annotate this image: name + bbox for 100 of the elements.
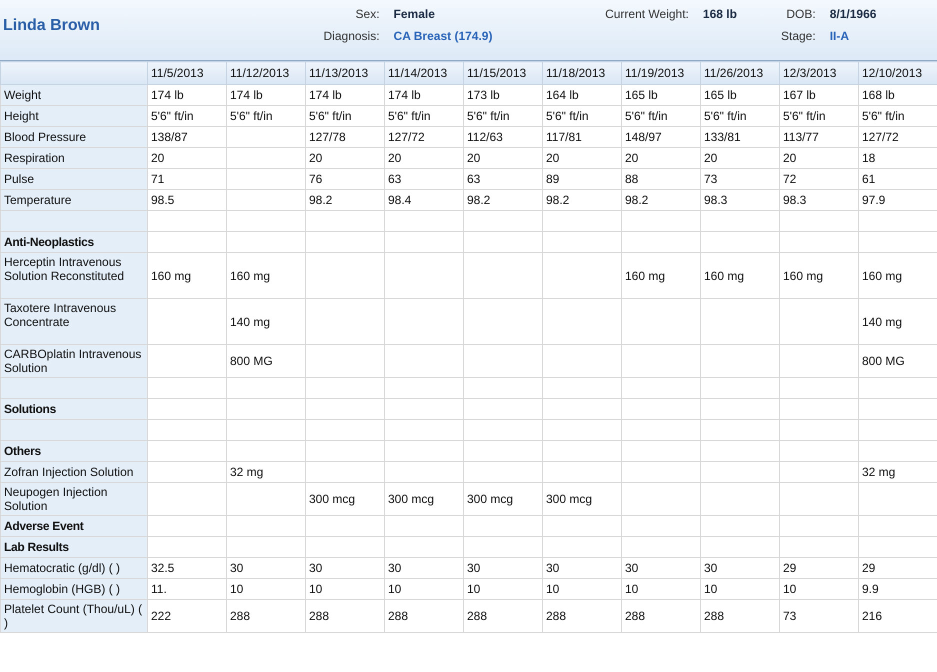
table-cell: 222 [151, 609, 172, 623]
field-label: Sex: [354, 7, 380, 21]
table-cell: 167 lb [783, 88, 816, 102]
table-cell: 98.2 [546, 193, 570, 207]
table-cell: 18 [862, 151, 876, 165]
table-cell: 73 [704, 172, 718, 186]
field-value: 8/1/1966 [830, 7, 876, 21]
column-header: 11/5/2013 [148, 62, 226, 84]
table-cell: 98.2 [467, 193, 490, 207]
table-cell: 5'6" ft/in [151, 109, 194, 123]
table-cell: 288 [467, 609, 488, 623]
table-cell: 89 [546, 172, 560, 186]
section-heading: Lab Results [4, 540, 69, 554]
field-value: II-A [830, 29, 850, 43]
column-header: 11/13/2013 [306, 62, 384, 84]
table-cell: 10 [230, 582, 244, 596]
table-cell: 30 [625, 561, 638, 575]
row-label: CARBOplatin Intravenous Solution [4, 347, 142, 375]
table-cell: 5'6" ft/in [783, 109, 826, 123]
table-cell: 174 lb [151, 88, 184, 102]
table-cell: 20 [151, 151, 164, 165]
table-cell: 5'6" ft/in [230, 109, 273, 123]
table-cell: 127/72 [862, 130, 899, 144]
section-heading: Anti-Neoplastics [4, 235, 94, 249]
table-cell: 98.2 [625, 193, 648, 207]
column-header: 11/12/2013 [226, 62, 306, 84]
table-cell: 165 lb [625, 88, 658, 102]
table-cell: 98.2 [309, 193, 332, 207]
table-cell: 174 lb [309, 88, 342, 102]
table-cell: 63 [388, 172, 402, 186]
table-cell: 98.3 [704, 193, 728, 207]
table-cell: 11. [151, 582, 167, 596]
row-label: Hemoglobin (HGB) ( ) [4, 582, 120, 596]
table-cell: 73 [783, 609, 796, 623]
column-header: 11/19/2013 [622, 62, 700, 84]
section-heading: Others [4, 444, 41, 458]
table-cell: 32.5 [151, 561, 174, 575]
row-label: Blood Pressure [4, 130, 86, 144]
table-cell: 20 [704, 151, 718, 165]
table-cell: 160 mg [862, 268, 902, 282]
table-cell: 800 MG [862, 354, 905, 368]
table-cell: 10 [625, 582, 638, 596]
column-header: 11/18/2013 [542, 62, 622, 84]
table-cell: 288 [546, 609, 566, 623]
table-cell: 30 [467, 561, 480, 575]
table-cell: 288 [625, 609, 646, 623]
row-label: Platelet Count (Thou/uL) ( ) [4, 602, 142, 630]
field-value: 168 lb [702, 7, 738, 21]
table-cell: 300 mcg [546, 492, 592, 506]
patient-name: Linda Brown [2, 16, 101, 33]
table-cell: 72 [783, 172, 796, 186]
row-label: Height [4, 109, 39, 123]
table-cell: 30 [388, 561, 402, 575]
row-label: Neupogen Injection Solution [4, 485, 108, 513]
table-cell: 133/81 [704, 130, 741, 144]
table-cell: 168 lb [862, 88, 895, 102]
table-cell: 5'6" ft/in [704, 109, 747, 123]
table-cell: 165 lb [704, 88, 737, 102]
table-cell: 300 mcg [467, 492, 514, 506]
table-cell: 112/63 [467, 130, 503, 144]
table-cell: 113/77 [783, 130, 819, 144]
row-label: Temperature [4, 193, 72, 207]
table-cell: 800 MG [230, 354, 273, 368]
table-cell: 300 mcg [309, 492, 356, 506]
field-label: Stage: [781, 29, 816, 43]
section-heading: Solutions [4, 402, 56, 416]
table-cell: 5'6" ft/in [546, 109, 589, 123]
table-cell: 174 lb [230, 88, 263, 102]
row-label: Respiration [4, 151, 65, 165]
table-cell: 117/81 [546, 130, 582, 144]
table-cell: 30 [309, 561, 322, 575]
table-cell: 20 [388, 151, 402, 165]
table-cell: 160 mg [783, 268, 824, 282]
table-cell: 10 [704, 582, 718, 596]
row-label: Zofran Injection Solution [4, 465, 134, 479]
row-label: Pulse [4, 172, 34, 186]
table-cell: 288 [388, 609, 408, 623]
table-cell: 30 [230, 561, 244, 575]
table-cell: 98.5 [151, 193, 174, 207]
table-cell: 63 [467, 172, 480, 186]
row-label: Weight [4, 88, 42, 102]
table-cell: 216 [862, 609, 882, 623]
table-cell: 71 [151, 172, 164, 186]
table-cell: 5'6" ft/in [467, 109, 510, 123]
table-cell: 32 mg [862, 465, 896, 479]
table-cell: 29 [862, 561, 876, 575]
field-label: Current Weight: [604, 7, 689, 21]
table-cell: 5'6" ft/in [625, 109, 668, 123]
table-cell: 140 mg [230, 314, 270, 328]
row-label: Herceptin Intravenous Solution Reconstituted [4, 255, 124, 283]
table-cell: 20 [467, 151, 480, 165]
table-cell: 164 lb [546, 88, 579, 102]
table-cell: 20 [309, 151, 322, 165]
table-cell: 88 [625, 172, 638, 186]
table-cell: 5'6" ft/in [388, 109, 431, 123]
table-cell: 5'6" ft/in [309, 109, 352, 123]
table-cell: 29 [783, 561, 796, 575]
table-cell: 10 [388, 582, 402, 596]
field-value: CA Breast (174.9) [394, 29, 494, 43]
table-cell: 127/78 [309, 130, 346, 144]
